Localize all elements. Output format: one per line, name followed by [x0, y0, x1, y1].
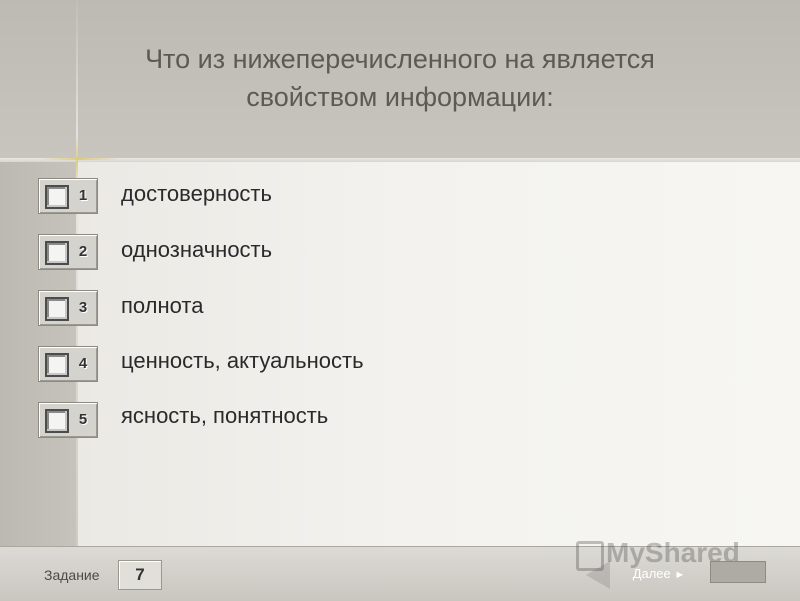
option-1-label[interactable]: достоверность: [121, 179, 272, 209]
checkbox-icon[interactable]: [45, 353, 69, 377]
option-number: 1: [78, 187, 88, 204]
question-line-2: свойством информации:: [246, 82, 554, 112]
option-2-checkbox[interactable]: 2: [38, 234, 98, 270]
option-2-label[interactable]: однозначность: [121, 235, 272, 265]
end-button[interactable]: [710, 561, 766, 583]
checkbox-icon[interactable]: [45, 241, 69, 265]
option-5-checkbox[interactable]: 5: [38, 402, 98, 438]
next-button-label: Далее: [632, 566, 671, 581]
sparkle-horizontal: [40, 158, 120, 160]
option-number: 3: [78, 299, 88, 316]
option-3-checkbox[interactable]: 3: [38, 290, 98, 326]
footer-bar: Задание 7 MyShared Далее ►: [0, 537, 800, 601]
task-number-box: 7: [118, 560, 162, 590]
option-number: 5: [78, 411, 88, 428]
checkbox-icon[interactable]: [45, 185, 69, 209]
checkbox-icon[interactable]: [45, 297, 69, 321]
vertical-accent-line: [76, 0, 78, 546]
question-line-1: Что из нижеперечисленного на является: [145, 44, 655, 74]
checkbox-icon[interactable]: [45, 409, 69, 433]
watermark-logo-icon: [576, 541, 604, 571]
option-number: 4: [78, 355, 88, 372]
option-5-label[interactable]: ясность, понятность: [121, 401, 328, 431]
next-button[interactable]: Далее ►: [620, 561, 698, 587]
option-1-checkbox[interactable]: 1: [38, 178, 98, 214]
question-text: Что из нижеперечисленного на является св…: [80, 40, 720, 116]
next-arrow-icon: ►: [674, 569, 686, 581]
option-number: 2: [78, 243, 88, 260]
task-number: 7: [135, 565, 145, 584]
option-4-checkbox[interactable]: 4: [38, 346, 98, 382]
option-4-label[interactable]: ценность, актуальность: [121, 346, 364, 376]
option-3-label[interactable]: полнота: [121, 291, 203, 321]
task-label: Задание: [44, 567, 100, 583]
